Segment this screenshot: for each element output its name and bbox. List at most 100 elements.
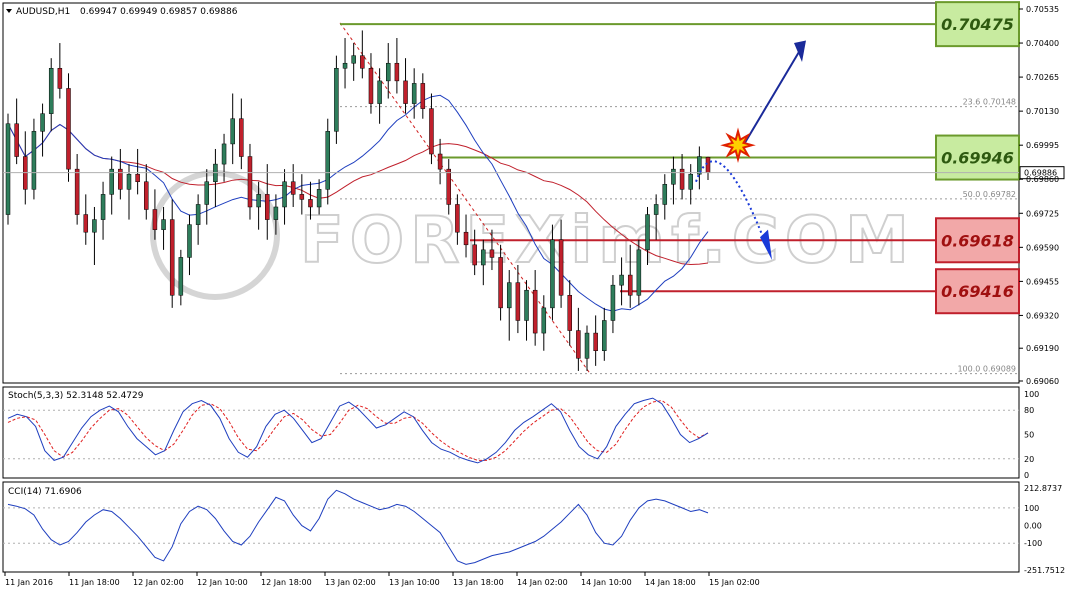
stoch-pane <box>2 386 1020 479</box>
stoch-axis-label: 0 <box>1024 471 1029 480</box>
candle-body <box>532 289 538 334</box>
time-axis-label: 15 Jan 02:00 <box>709 578 760 587</box>
candle-body <box>48 68 54 114</box>
candle-body <box>498 257 503 309</box>
candle-body <box>5 123 11 215</box>
candle-body <box>126 173 132 190</box>
candle-body <box>83 214 89 233</box>
stoch-axis-label: 50 <box>1024 431 1034 440</box>
time-axis-label: 12 Jan 02:00 <box>133 578 184 587</box>
time-axis-label: 14 Jan 02:00 <box>517 578 568 587</box>
candle-body <box>239 118 244 157</box>
candle-body <box>135 173 140 183</box>
candle-body <box>40 113 45 132</box>
resistance-2-label: 0.70475 <box>941 15 1014 34</box>
candle-body <box>57 68 63 89</box>
candle-body <box>152 209 158 230</box>
candle-body <box>118 168 123 190</box>
candle-body <box>671 168 676 185</box>
cci-axis-label: 212.8737 <box>1024 484 1062 493</box>
stoch-title: Stoch(5,3,3) 52.3148 52.4729 <box>8 391 144 401</box>
time-axis-label: 14 Jan 18:00 <box>645 578 696 587</box>
ohlc-label: 0.69947 0.69949 0.69857 0.69886 <box>80 7 238 17</box>
candle-body <box>576 330 581 359</box>
candle-body <box>472 244 477 266</box>
candle-body <box>325 131 331 190</box>
time-axis-label: 13 Jan 18:00 <box>453 578 504 587</box>
candle-body <box>178 257 184 296</box>
cci-axis-label: -251.7512 <box>1024 566 1065 575</box>
candle-body <box>429 108 434 155</box>
candle-body <box>377 80 382 104</box>
candle-body <box>100 194 106 220</box>
candle-body <box>627 274 633 296</box>
candle-body <box>74 168 80 215</box>
candle-body <box>31 131 37 190</box>
candle-body <box>282 181 287 208</box>
candle-body <box>541 307 547 334</box>
candle-body <box>593 332 598 351</box>
candle-body <box>66 88 71 170</box>
candle-body <box>481 249 486 266</box>
candle-body <box>299 194 305 200</box>
price-axis-label: 0.69725 <box>1026 209 1059 218</box>
candle-body <box>463 231 469 246</box>
candle-body <box>334 68 339 132</box>
price-axis-label: 0.70400 <box>1026 39 1059 48</box>
candle-body <box>230 118 235 145</box>
candle-body <box>550 239 555 309</box>
candle-body <box>247 156 253 208</box>
time-axis-label: 12 Jan 10:00 <box>197 578 248 587</box>
time-axis-label: 11 Jan 18:00 <box>69 578 120 587</box>
candle-body <box>524 289 529 321</box>
candle-body <box>394 62 400 82</box>
candle-body <box>636 249 642 296</box>
candle-body <box>645 214 650 251</box>
candle-body <box>437 153 443 170</box>
candle-body <box>169 219 175 296</box>
fib-label: 50.0 0.69782 <box>963 190 1016 199</box>
candle-body <box>610 284 616 321</box>
candle-body <box>368 68 374 104</box>
candle-body <box>584 332 590 359</box>
candle-body <box>256 194 261 208</box>
price-axis-label: 0.69860 <box>1026 175 1059 184</box>
candle-body <box>316 189 322 208</box>
candle-body <box>619 274 624 286</box>
candle-body <box>653 204 659 215</box>
explosion-icon <box>720 127 756 164</box>
cci-title: CCI(14) 71.6906 <box>8 487 82 497</box>
candle-body <box>385 62 391 82</box>
candle-body <box>342 62 348 69</box>
cci-axis-label: 100 <box>1024 504 1039 513</box>
price-axis-label: 0.70535 <box>1026 5 1059 14</box>
candle-body <box>360 55 365 69</box>
fib-label: 23.6 0.70148 <box>963 98 1016 107</box>
candle-body <box>14 123 19 157</box>
fib-label: 100.0 0.69089 <box>957 365 1016 374</box>
candle-body <box>455 204 460 233</box>
price-axis-label: 0.69190 <box>1026 344 1059 353</box>
price-axis-label: 0.70265 <box>1026 73 1059 82</box>
candle-body <box>420 83 426 109</box>
candle-body <box>489 249 495 258</box>
price-axis-label: 0.69995 <box>1026 141 1059 150</box>
price-axis-label: 0.69590 <box>1026 243 1059 252</box>
candle-body <box>351 55 356 64</box>
candle-body <box>558 239 564 296</box>
candle-body <box>602 320 607 351</box>
cci-axis-label: -100 <box>1024 539 1042 548</box>
resistance-1-label: 0.69946 <box>941 149 1014 168</box>
cci-axis-label: 0.00 <box>1024 522 1042 531</box>
support-2-label: 0.69416 <box>941 282 1014 301</box>
candle-body <box>290 181 296 195</box>
symbol-label: AUDUSD,H1 <box>16 7 70 17</box>
price-axis-label: 0.69455 <box>1026 277 1059 286</box>
price-axis-label: 0.69060 <box>1026 377 1059 386</box>
candle-body <box>403 80 408 104</box>
candle-body <box>446 168 451 205</box>
candle-body <box>92 219 97 233</box>
price-chart: FOREXimf.COM 23.6 0.7014850.0 0.69782100… <box>0 0 1066 596</box>
candle-body <box>144 181 149 210</box>
candle-body <box>662 184 668 205</box>
